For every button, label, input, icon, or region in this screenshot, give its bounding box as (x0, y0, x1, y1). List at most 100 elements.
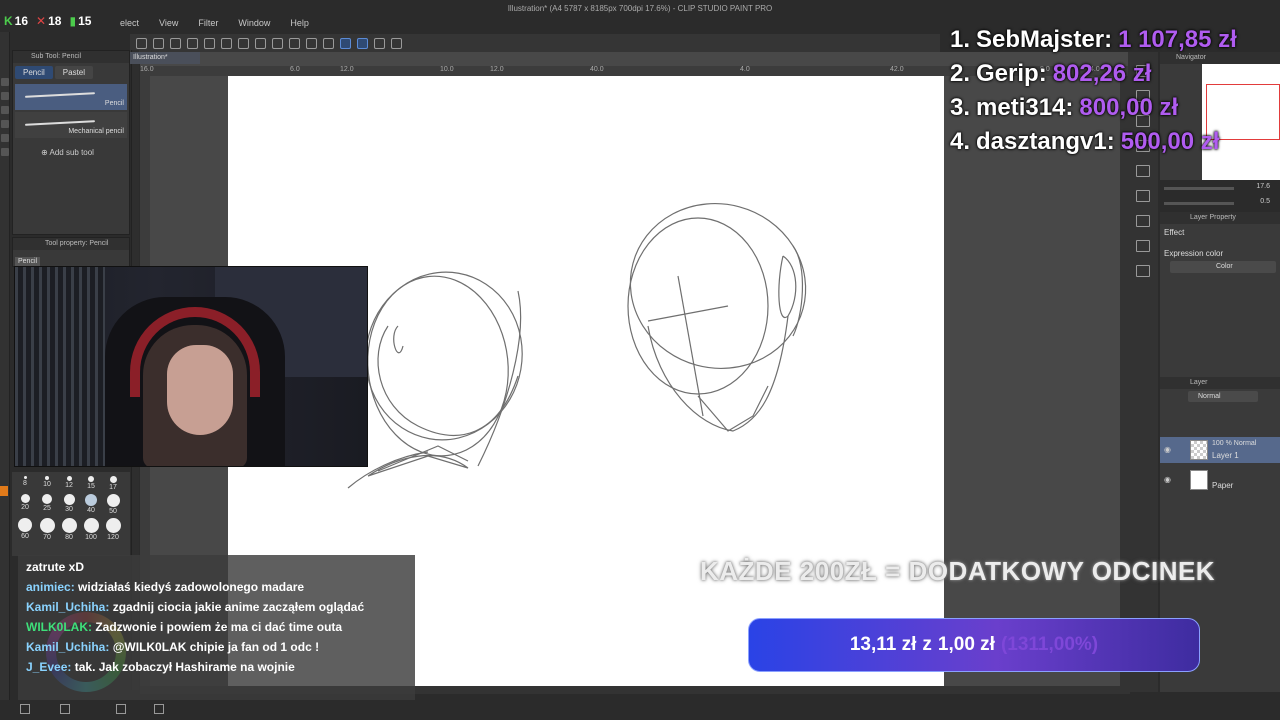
menu-bar: elect View Filter Window Help (120, 18, 309, 32)
donation-goal-title: KAŻDE 200ZŁ = DODATKOWY ODCINEK (700, 556, 1216, 586)
tool-select-icon[interactable] (1, 120, 9, 128)
effect-label: Effect (1164, 228, 1185, 237)
tool-eraser-icon[interactable] (1, 92, 9, 100)
tool-property-panel: Tool property: Pencil Pencil (12, 237, 130, 267)
menu-select[interactable]: elect (120, 18, 139, 32)
save-icon[interactable] (170, 37, 181, 49)
bottom-icon-1[interactable] (20, 704, 30, 714)
undo-icon[interactable] (221, 37, 232, 49)
eye-icon[interactable]: ◉ (1164, 445, 1171, 454)
leaderboard-rank: 3. (950, 94, 971, 121)
tool-property-chip[interactable]: Pencil (15, 257, 41, 266)
goal-target: 1,00 zł (937, 634, 995, 655)
layer-property-panel: Layer Property Effect Expression color C… (1160, 212, 1280, 377)
subtool-item-pencil[interactable]: Pencil (15, 84, 127, 110)
zoom-slider[interactable]: 17.6 (1160, 182, 1280, 194)
brush-size-option[interactable]: 12 (58, 476, 80, 491)
title-bar: Illustration* (A4 5787 x 8185px 700dpi 1… (0, 0, 1280, 18)
brush-size-dot (83, 518, 99, 533)
brush-size-option[interactable]: 17 (102, 476, 124, 491)
open-icon[interactable] (153, 37, 164, 49)
brush-size-option[interactable]: 80 (58, 518, 80, 541)
menu-filter[interactable]: Filter (198, 18, 218, 32)
leaderboard-amount: 802,26 zł (1052, 60, 1152, 87)
palette-icon-7[interactable] (1136, 215, 1150, 227)
brush-size-option[interactable]: 70 (36, 518, 58, 541)
expression-color-select[interactable]: Color (1170, 261, 1276, 273)
subtool-item-mechanical-pencil[interactable]: Mechanical pencil (15, 112, 127, 138)
tool-pen-icon[interactable] (1, 78, 9, 86)
document-tab[interactable]: Illustration* (130, 52, 200, 64)
brush-size-option[interactable]: 50 (102, 494, 124, 515)
leaderboard-rank: 1. (950, 26, 971, 53)
brush-size-option[interactable]: 10 (36, 476, 58, 491)
brush-size-dot (66, 476, 72, 481)
rotate-slider[interactable]: 0.5 (1160, 197, 1280, 209)
menu-view[interactable]: View (159, 18, 178, 32)
goal-current: 13,11 zł (849, 634, 917, 655)
bottom-icon-2[interactable] (60, 704, 70, 714)
brush-size-option[interactable]: 100 (80, 518, 102, 541)
tab-pencil[interactable]: Pencil (15, 66, 53, 79)
tool-move-icon[interactable] (1, 134, 9, 142)
palette-icon-5[interactable] (1136, 165, 1150, 177)
leaderboard-row: 1. SebMajster: 1 107,85 zł (950, 26, 1280, 60)
layer-row-layer1[interactable]: ◉ 100 % Normal Layer 1 (1160, 437, 1280, 463)
transform-icon[interactable] (289, 37, 300, 49)
chat-message: zatrute xD (26, 557, 407, 577)
brush-size-option[interactable]: 120 (102, 518, 124, 541)
new-icon[interactable] (136, 37, 147, 49)
snap-special-ruler-icon[interactable] (357, 37, 368, 49)
select-all-icon[interactable] (306, 37, 317, 49)
brush-size-option[interactable]: 25 (36, 494, 58, 515)
settings-icon[interactable] (391, 37, 402, 49)
brush-size-option[interactable]: 60 (14, 518, 36, 541)
brush-size-option[interactable]: 8 (14, 476, 36, 491)
redo-icon[interactable] (238, 37, 249, 49)
vertical-scrollbar[interactable] (1120, 76, 1128, 686)
chat-username[interactable]: animiec: (26, 580, 75, 594)
brush-size-option[interactable]: 40 (80, 494, 102, 515)
palette-icon-9[interactable] (1136, 265, 1150, 277)
streamer-face (167, 345, 233, 435)
fill-icon[interactable] (272, 37, 283, 49)
menu-window[interactable]: Window (238, 18, 270, 32)
grid-icon[interactable] (374, 37, 385, 49)
add-sub-tool-button[interactable]: ⊕ Add sub tool (13, 140, 129, 157)
chat-overlay: zatrute xD animiec: widziałaś kiedyś zado… (18, 555, 415, 700)
layer-property-header: Layer Property (1160, 212, 1280, 224)
chat-username[interactable]: WILK0LAK: (26, 620, 92, 634)
blend-mode-select[interactable]: Normal (1188, 391, 1258, 402)
ruler-tick-label: 4.0 (740, 66, 750, 73)
followers-counter: ▮ 15 (69, 14, 92, 28)
palette-icon-6[interactable] (1136, 190, 1150, 202)
command-bar (130, 34, 940, 52)
deselect-icon[interactable] (255, 37, 266, 49)
copy-icon[interactable] (187, 37, 198, 49)
bottom-icon-3[interactable] (116, 704, 126, 714)
brush-size-option[interactable]: 30 (58, 494, 80, 515)
layer-row-paper[interactable]: ◉ Paper (1160, 467, 1280, 493)
brush-size-option[interactable]: 20 (14, 494, 36, 515)
bottom-icon-4[interactable] (154, 704, 164, 714)
goal-connector: z (922, 634, 932, 655)
leaderboard-rank: 2. (950, 60, 971, 87)
eye-icon[interactable]: ◉ (1164, 475, 1171, 484)
leaderboard-row: 4. dasztangv1: 500,00 zł (950, 128, 1280, 162)
chat-username[interactable]: J_Evee: (26, 660, 71, 674)
snap-ruler-icon[interactable] (340, 37, 351, 49)
chat-username[interactable]: Kamil_Uchiha: (26, 640, 109, 654)
menu-help[interactable]: Help (290, 18, 309, 32)
main-color-swatch[interactable] (0, 486, 8, 496)
tool-text-icon[interactable] (1, 148, 9, 156)
clear-icon[interactable] (323, 37, 334, 49)
paste-icon[interactable] (204, 37, 215, 49)
tool-property-header: Tool property: Pencil (13, 238, 129, 250)
tool-fill-icon[interactable] (1, 106, 9, 114)
tab-pastel[interactable]: Pastel (54, 66, 94, 79)
brush-size-option[interactable]: 15 (80, 476, 102, 491)
ruler-tick-label: 42.0 (890, 66, 904, 73)
chat-username[interactable]: Kamil_Uchiha: (26, 600, 109, 614)
palette-icon-8[interactable] (1136, 240, 1150, 252)
chat-message: Kamil_Uchiha: zgadnij ciocia jakie anime… (26, 597, 407, 617)
